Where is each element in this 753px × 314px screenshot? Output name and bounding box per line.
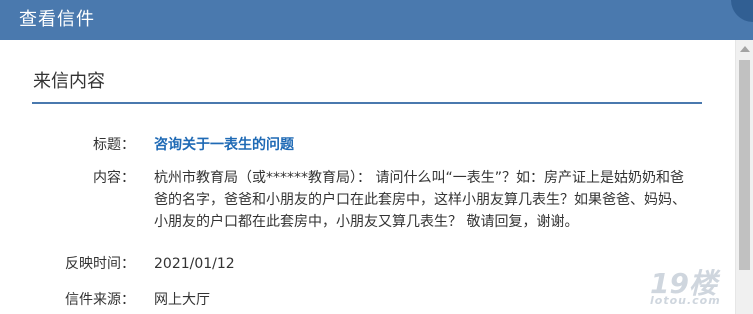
source-label: 信件来源： [65,292,135,308]
subject-label: 标题： [93,137,135,153]
watermark-logo: 19楼 lotou.com [650,262,721,307]
dialog-content: 来信内容 标题： 咨询关于一表生的问题 内容： 杭州市教育局（或******教育… [0,40,735,314]
subject-link[interactable]: 咨询关于一表生的问题 [154,134,694,156]
time-value: 2021/01/12 [154,256,235,272]
source-value: 网上大厅 [154,292,210,308]
dialog-title: 查看信件 [19,9,95,30]
time-label: 反映时间： [65,256,135,272]
vertical-scrollbar[interactable] [735,40,753,314]
watermark-site-text: lotou.com [650,294,721,307]
dialog-titlebar: 查看信件 [0,0,753,40]
close-icon[interactable] [731,0,753,22]
content-text: 杭州市教育局（或******教育局）： 请问什么叫“一表生”？如：房产证上是姑奶… [154,170,686,230]
content-label: 内容： [93,170,135,186]
section-heading: 来信内容 [33,71,105,92]
scroll-thumb[interactable] [739,60,750,270]
section-divider [32,102,702,104]
scroll-up-arrow-icon[interactable] [740,46,750,52]
